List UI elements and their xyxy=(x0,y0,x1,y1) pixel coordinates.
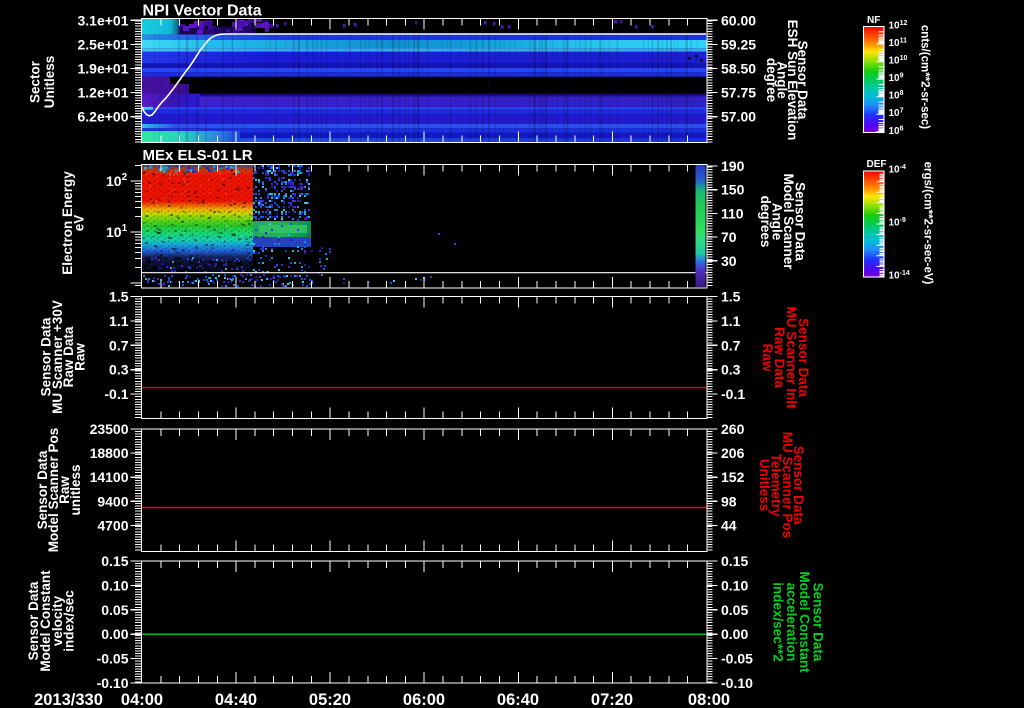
svg-text:1.1: 1.1 xyxy=(109,313,129,329)
svg-text:4700: 4700 xyxy=(97,517,128,533)
svg-text:30: 30 xyxy=(721,253,737,269)
svg-text:Raw: Raw xyxy=(72,343,87,371)
svg-text:05:20: 05:20 xyxy=(309,691,351,708)
svg-text:NPI Vector Data: NPI Vector Data xyxy=(143,3,262,20)
svg-text:07:20: 07:20 xyxy=(591,691,633,708)
svg-text:57.00: 57.00 xyxy=(721,109,756,125)
svg-text:152: 152 xyxy=(721,469,745,485)
svg-text:Unitless: Unitless xyxy=(42,56,57,109)
svg-text:NF: NF xyxy=(867,15,880,26)
svg-text:08:00: 08:00 xyxy=(688,691,730,708)
svg-text:index/sec**2: index/sec**2 xyxy=(770,582,785,662)
svg-text:0.10: 0.10 xyxy=(101,577,128,593)
svg-text:2.5e+01: 2.5e+01 xyxy=(78,36,129,52)
svg-text:MEx ELS-01 LR: MEx ELS-01 LR xyxy=(143,147,253,164)
svg-text:58.50: 58.50 xyxy=(721,61,756,77)
svg-text:18800: 18800 xyxy=(90,445,129,461)
svg-text:60.00: 60.00 xyxy=(721,12,756,28)
svg-text:eV: eV xyxy=(72,215,87,232)
svg-text:degrees: degrees xyxy=(758,196,773,248)
svg-text:1.2e+01: 1.2e+01 xyxy=(78,85,129,101)
svg-text:-0.10: -0.10 xyxy=(721,675,753,691)
svg-text:1.1: 1.1 xyxy=(721,313,741,329)
svg-text:98: 98 xyxy=(721,493,737,509)
svg-text:70: 70 xyxy=(721,229,737,245)
svg-text:0.00: 0.00 xyxy=(721,626,748,642)
svg-text:unitless: unitless xyxy=(68,464,83,515)
svg-text:-0.05: -0.05 xyxy=(721,651,753,667)
svg-text:0.00: 0.00 xyxy=(101,626,128,642)
svg-text:Unitless: Unitless xyxy=(757,459,772,512)
svg-text:110: 110 xyxy=(721,205,744,221)
svg-text:1.5: 1.5 xyxy=(109,289,129,305)
svg-text:6.2e+00: 6.2e+00 xyxy=(78,109,129,125)
svg-text:06:00: 06:00 xyxy=(403,691,445,708)
svg-text:DEF: DEF xyxy=(867,159,887,170)
svg-text:3.1e+01: 3.1e+01 xyxy=(78,12,129,28)
svg-text:Sector: Sector xyxy=(28,60,43,103)
svg-text:ergs/(cm**2-sr-sec-eV): ergs/(cm**2-sr-sec-eV) xyxy=(922,162,934,285)
svg-text:04:40: 04:40 xyxy=(215,691,257,708)
svg-text:2013/330: 2013/330 xyxy=(34,691,103,708)
svg-text:0.15: 0.15 xyxy=(721,553,748,569)
svg-text:Raw: Raw xyxy=(760,344,775,372)
svg-text:14100: 14100 xyxy=(90,469,129,485)
svg-text:06:40: 06:40 xyxy=(497,691,539,708)
svg-text:-0.05: -0.05 xyxy=(97,651,129,667)
svg-text:23500: 23500 xyxy=(90,421,129,437)
svg-text:0.3: 0.3 xyxy=(721,362,741,378)
svg-text:206: 206 xyxy=(721,445,745,461)
svg-text:-0.1: -0.1 xyxy=(721,386,745,402)
svg-text:57.75: 57.75 xyxy=(721,85,756,101)
svg-text:index/sec: index/sec xyxy=(62,590,77,652)
svg-text:0.7: 0.7 xyxy=(109,337,129,353)
svg-text:0.3: 0.3 xyxy=(109,362,129,378)
svg-text:04:00: 04:00 xyxy=(121,691,163,708)
svg-text:44: 44 xyxy=(721,517,737,533)
svg-text:0.7: 0.7 xyxy=(721,337,741,353)
svg-text:260: 260 xyxy=(721,421,745,437)
svg-text:0.05: 0.05 xyxy=(101,602,128,618)
svg-text:degree: degree xyxy=(764,58,779,103)
svg-text:1.9e+01: 1.9e+01 xyxy=(78,61,129,77)
svg-text:0.10: 0.10 xyxy=(721,577,748,593)
svg-text:-0.10: -0.10 xyxy=(97,675,129,691)
svg-text:1.5: 1.5 xyxy=(721,289,741,305)
svg-text:9400: 9400 xyxy=(97,493,128,509)
svg-text:-0.1: -0.1 xyxy=(104,386,128,402)
svg-text:0.05: 0.05 xyxy=(721,602,748,618)
svg-text:190: 190 xyxy=(721,158,745,174)
svg-text:150: 150 xyxy=(721,182,745,198)
svg-text:59.25: 59.25 xyxy=(721,36,756,52)
svg-text:cnts/(cm**2-sr-sec): cnts/(cm**2-sr-sec) xyxy=(919,25,931,129)
svg-text:0.15: 0.15 xyxy=(101,553,128,569)
